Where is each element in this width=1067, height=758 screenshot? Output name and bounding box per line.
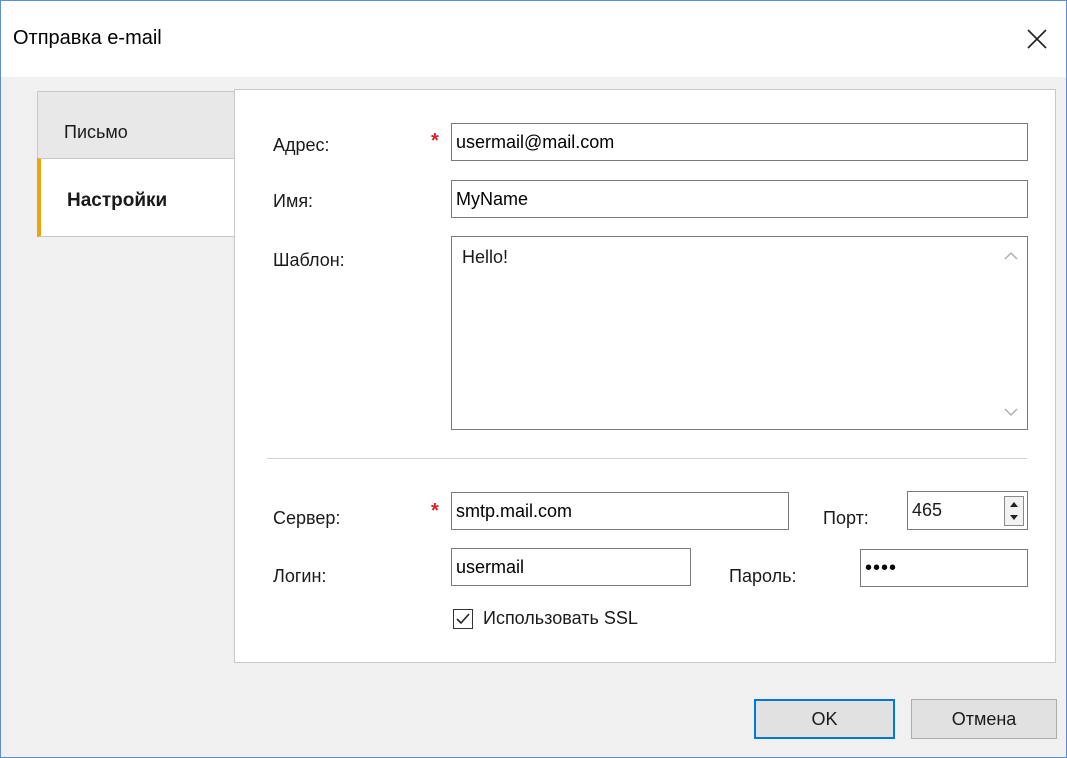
port-value: 465 xyxy=(912,500,943,520)
settings-panel: Адрес: * Имя: Шаблон: Hello! Сервер: * П… xyxy=(234,89,1056,663)
server-required-mark: * xyxy=(431,500,439,522)
template-label: Шаблон: xyxy=(273,250,345,270)
address-required-mark: * xyxy=(431,130,439,152)
scroll-down-icon[interactable] xyxy=(1003,407,1019,417)
server-label: Сервер: xyxy=(273,508,341,528)
title-bar: Отправка e-mail xyxy=(1,1,1066,77)
tab-settings-label: Настройки xyxy=(67,190,168,211)
password-label: Пароль: xyxy=(729,566,797,586)
email-dialog: Отправка e-mail Письмо Настройки Адрес: … xyxy=(0,0,1067,758)
close-icon xyxy=(1027,29,1047,49)
name-input[interactable] xyxy=(451,180,1028,218)
scroll-up-icon[interactable] xyxy=(1003,251,1019,261)
ssl-label: Использовать SSL xyxy=(483,608,638,628)
port-stepper-buttons xyxy=(1004,496,1024,526)
login-label: Логин: xyxy=(273,566,327,586)
cancel-button[interactable]: Отмена xyxy=(911,699,1057,739)
port-stepper[interactable]: 465 xyxy=(907,491,1028,530)
template-text: Hello! xyxy=(462,247,509,267)
checkmark-icon xyxy=(456,612,470,624)
server-input[interactable] xyxy=(451,492,789,530)
password-mask: •••• xyxy=(865,556,898,579)
tab-settings[interactable]: Настройки xyxy=(37,158,235,237)
name-label: Имя: xyxy=(273,191,314,211)
address-input[interactable] xyxy=(451,123,1028,161)
close-button[interactable] xyxy=(1008,1,1066,77)
template-textarea[interactable]: Hello! xyxy=(451,236,1028,430)
spin-down-icon[interactable] xyxy=(1005,511,1023,525)
login-input[interactable] xyxy=(451,548,691,586)
port-label: Порт: xyxy=(823,508,869,528)
tab-letter-label: Письмо xyxy=(64,122,128,142)
ssl-option[interactable]: Использовать SSL xyxy=(453,608,638,629)
ssl-checkbox[interactable] xyxy=(453,608,473,629)
ok-button[interactable]: OK xyxy=(754,699,895,739)
section-divider xyxy=(267,458,1027,459)
spin-up-icon[interactable] xyxy=(1005,497,1023,511)
address-label: Адрес: xyxy=(273,135,330,155)
password-input[interactable]: •••• xyxy=(860,549,1028,587)
tab-letter[interactable]: Письмо xyxy=(37,91,235,159)
window-title: Отправка e-mail xyxy=(13,27,162,49)
